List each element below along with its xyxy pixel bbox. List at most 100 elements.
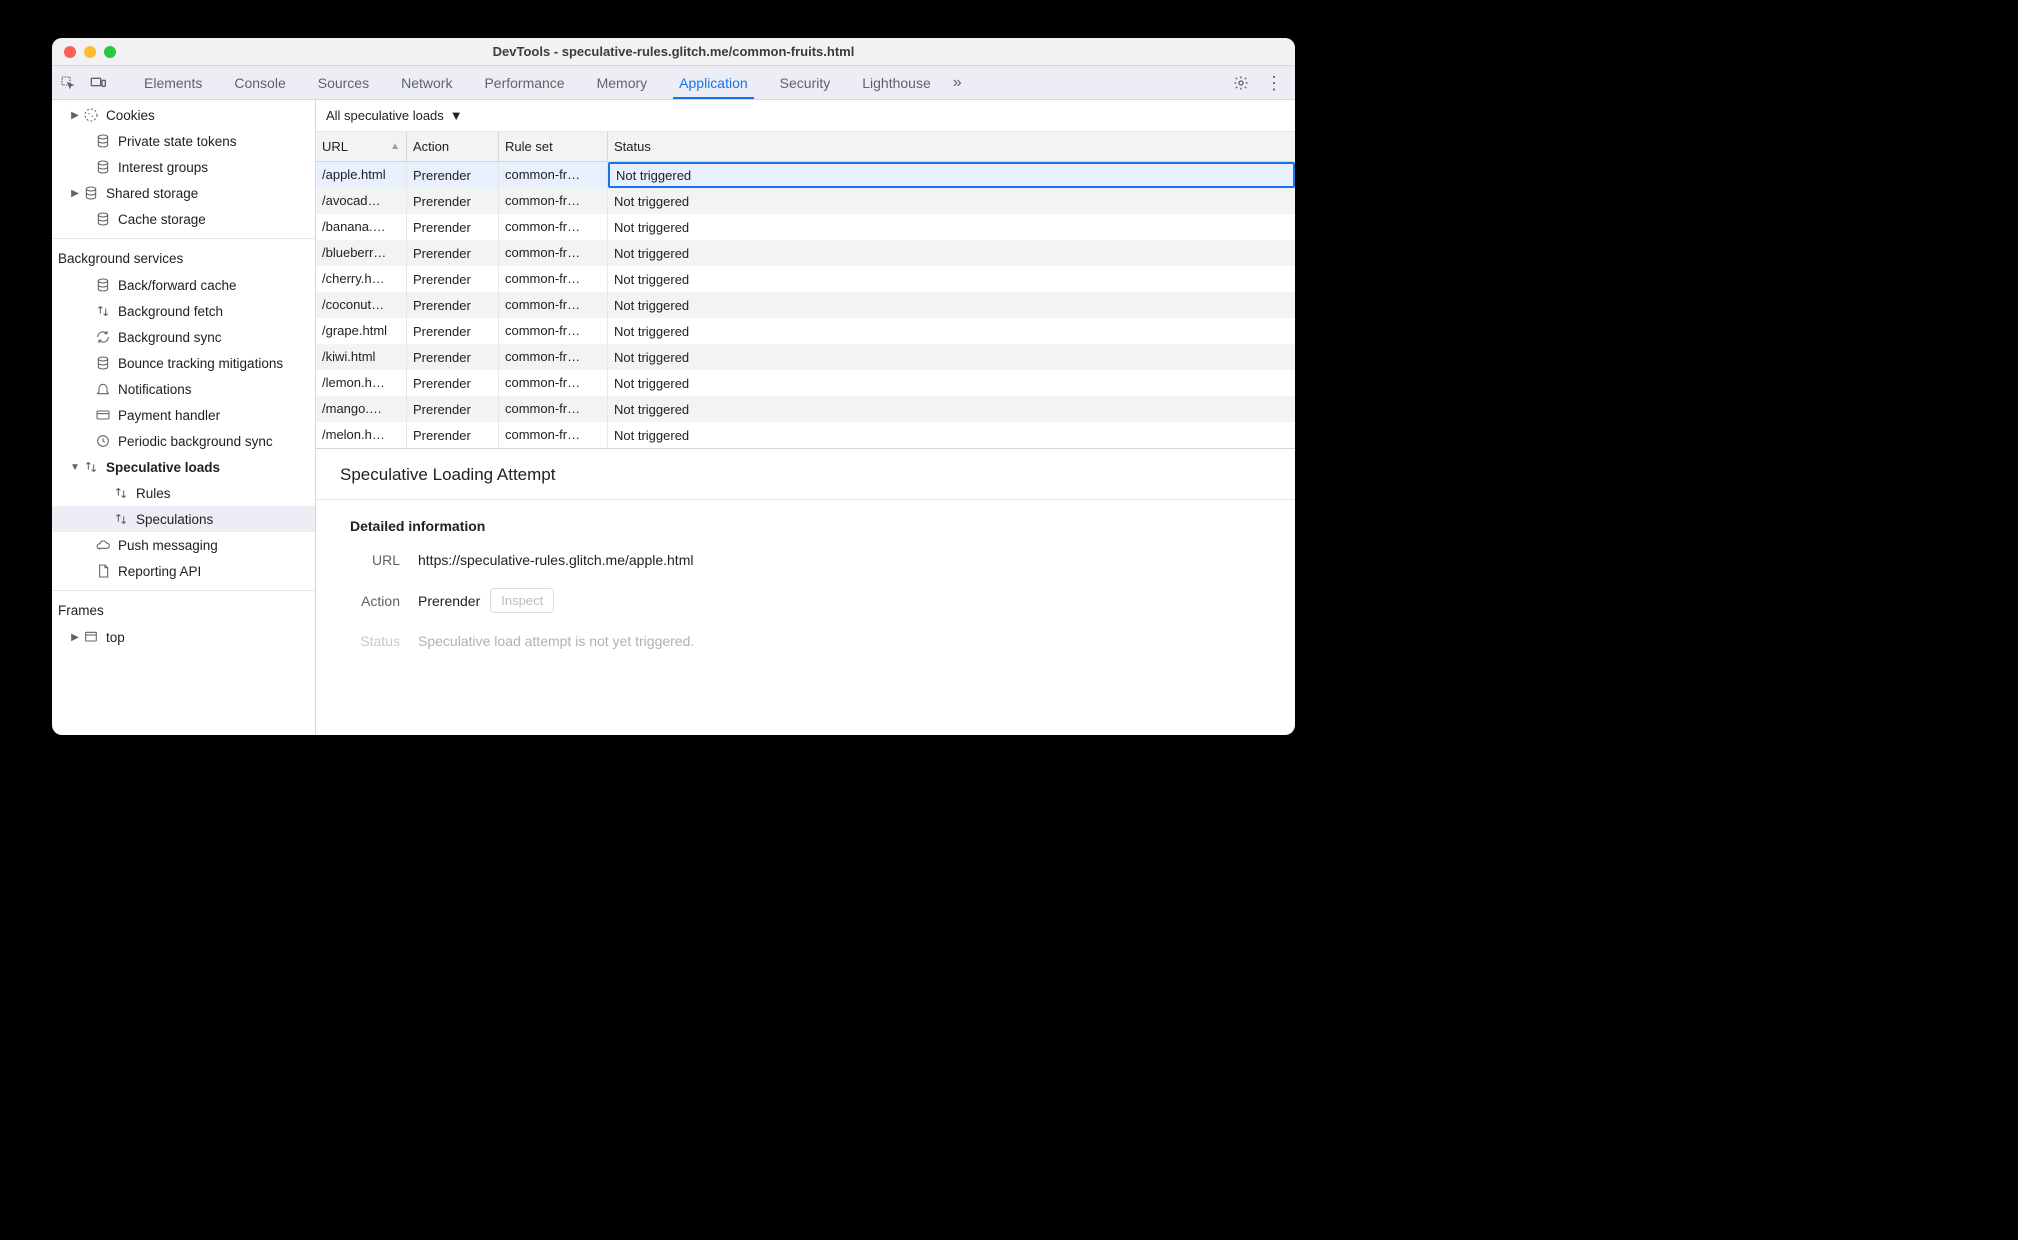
detail-row-url: URL https://speculative-rules.glitch.me/… xyxy=(316,542,1295,578)
cell-ruleset: common-fr… xyxy=(499,422,608,448)
cell-url: /apple.html xyxy=(316,162,407,188)
inspect-element-icon[interactable] xyxy=(60,75,76,91)
cell-action: Prerender xyxy=(407,266,499,292)
col-status[interactable]: Status xyxy=(608,132,1295,161)
table-row[interactable]: /melon.h…Prerendercommon-fr…Not triggere… xyxy=(316,422,1295,448)
cell-status: Not triggered xyxy=(608,266,1295,292)
device-toolbar-icon[interactable] xyxy=(90,75,106,91)
cell-status: Not triggered xyxy=(608,240,1295,266)
tab-lighthouse[interactable]: Lighthouse xyxy=(846,66,947,99)
tab-application[interactable]: Application xyxy=(663,66,764,99)
bell-icon xyxy=(94,381,112,397)
updown-icon xyxy=(94,303,112,319)
cell-url: /lemon.h… xyxy=(316,370,407,396)
details-panel: Speculative Loading Attempt Detailed inf… xyxy=(316,448,1295,659)
cell-url: /avocad… xyxy=(316,188,407,214)
updown-icon xyxy=(82,459,100,475)
devtools-tabstrip: ElementsConsoleSourcesNetworkPerformance… xyxy=(52,66,1295,100)
cell-action: Prerender xyxy=(407,162,499,188)
tab-sources[interactable]: Sources xyxy=(302,66,385,99)
cell-action: Prerender xyxy=(407,188,499,214)
sidebar-bg-rules[interactable]: Rules xyxy=(52,480,315,506)
sidebar-bg-payment-handler[interactable]: Payment handler xyxy=(52,402,315,428)
table-row[interactable]: /avocad…Prerendercommon-fr…Not triggered xyxy=(316,188,1295,214)
frame-icon xyxy=(82,629,100,645)
cell-url: /coconut… xyxy=(316,292,407,318)
col-ruleset[interactable]: Rule set xyxy=(499,132,608,161)
card-icon xyxy=(94,407,112,423)
table-row[interactable]: /mango.…Prerendercommon-fr…Not triggered xyxy=(316,396,1295,422)
cell-url: /kiwi.html xyxy=(316,344,407,370)
cell-url: /melon.h… xyxy=(316,422,407,448)
cell-ruleset: common-fr… xyxy=(499,266,608,292)
sidebar-bg-background-fetch[interactable]: Background fetch xyxy=(52,298,315,324)
cell-ruleset: common-fr… xyxy=(499,240,608,266)
tab-elements[interactable]: Elements xyxy=(128,66,218,99)
db-icon xyxy=(94,355,112,371)
devtools-window: DevTools - speculative-rules.glitch.me/c… xyxy=(52,38,1295,735)
table-row[interactable]: /apple.htmlPrerendercommon-fr…Not trigge… xyxy=(316,162,1295,188)
cell-url: /mango.… xyxy=(316,396,407,422)
cell-url: /grape.html xyxy=(316,318,407,344)
table-row[interactable]: /banana.…Prerendercommon-fr…Not triggere… xyxy=(316,214,1295,240)
sidebar-frames-top[interactable]: ▶top xyxy=(52,624,315,650)
sidebar-storage-interest-groups[interactable]: Interest groups xyxy=(52,154,315,180)
tab-console[interactable]: Console xyxy=(218,66,301,99)
sidebar-bg-notifications[interactable]: Notifications xyxy=(52,376,315,402)
updown-icon xyxy=(112,511,130,527)
detail-status-value: Speculative load attempt is not yet trig… xyxy=(418,633,694,649)
db-icon xyxy=(94,277,112,293)
detail-row-status: Status Speculative load attempt is not y… xyxy=(316,623,1295,659)
inspect-button[interactable]: Inspect xyxy=(490,588,554,613)
sidebar-storage-shared-storage[interactable]: ▶Shared storage xyxy=(52,180,315,206)
sidebar-bg-periodic-background-sync[interactable]: Periodic background sync xyxy=(52,428,315,454)
filter-label: All speculative loads xyxy=(326,108,444,123)
tab-performance[interactable]: Performance xyxy=(468,66,580,99)
kebab-menu-icon[interactable]: ⋮ xyxy=(1265,74,1283,92)
sidebar-bg-push-messaging[interactable]: Push messaging xyxy=(52,532,315,558)
sidebar-storage-private-state-tokens[interactable]: Private state tokens xyxy=(52,128,315,154)
sidebar-storage-cache-storage[interactable]: Cache storage xyxy=(52,206,315,232)
cell-status: Not triggered xyxy=(608,292,1295,318)
sidebar-bg-reporting-api[interactable]: Reporting API xyxy=(52,558,315,584)
cell-action: Prerender xyxy=(407,318,499,344)
sidebar-storage-cookies[interactable]: ▶Cookies xyxy=(52,102,315,128)
maximize-window-button[interactable] xyxy=(104,46,116,58)
sidebar-bg-speculations[interactable]: Speculations xyxy=(52,506,315,532)
tab-security[interactable]: Security xyxy=(764,66,847,99)
sync-icon xyxy=(94,329,112,345)
table-row[interactable]: /coconut…Prerendercommon-fr…Not triggere… xyxy=(316,292,1295,318)
close-window-button[interactable] xyxy=(64,46,76,58)
cell-action: Prerender xyxy=(407,292,499,318)
sidebar-bg-speculative-loads[interactable]: ▼Speculative loads xyxy=(52,454,315,480)
cell-action: Prerender xyxy=(407,214,499,240)
table-row[interactable]: /kiwi.htmlPrerendercommon-fr…Not trigger… xyxy=(316,344,1295,370)
filter-dropdown[interactable]: All speculative loads ▼ xyxy=(316,100,1295,132)
db-icon xyxy=(94,133,112,149)
tab-network[interactable]: Network xyxy=(385,66,468,99)
col-url[interactable]: URL ▲ xyxy=(316,132,407,161)
cell-status: Not triggered xyxy=(608,214,1295,240)
sidebar-bg-back-forward-cache[interactable]: Back/forward cache xyxy=(52,272,315,298)
minimize-window-button[interactable] xyxy=(84,46,96,58)
col-action[interactable]: Action xyxy=(407,132,499,161)
cell-action: Prerender xyxy=(407,344,499,370)
table-row[interactable]: /cherry.h…Prerendercommon-fr…Not trigger… xyxy=(316,266,1295,292)
settings-gear-icon[interactable] xyxy=(1233,75,1249,91)
cell-status: Not triggered xyxy=(608,318,1295,344)
cell-ruleset: common-fr… xyxy=(499,292,608,318)
clock-icon xyxy=(94,433,112,449)
table-row[interactable]: /blueberr…Prerendercommon-fr…Not trigger… xyxy=(316,240,1295,266)
page-icon xyxy=(94,563,112,579)
more-tabs-icon[interactable]: » xyxy=(947,74,968,92)
sidebar-bg-bounce-tracking-mitigations[interactable]: Bounce tracking mitigations xyxy=(52,350,315,376)
cloud-icon xyxy=(94,537,112,553)
traffic-lights xyxy=(64,46,116,58)
table-row[interactable]: /lemon.h…Prerendercommon-fr…Not triggere… xyxy=(316,370,1295,396)
table-row[interactable]: /grape.htmlPrerendercommon-fr…Not trigge… xyxy=(316,318,1295,344)
sidebar-bg-background-sync[interactable]: Background sync xyxy=(52,324,315,350)
detail-row-action: Action Prerender Inspect xyxy=(316,578,1295,623)
chevron-down-icon: ▼ xyxy=(450,108,463,123)
tab-memory[interactable]: Memory xyxy=(581,66,664,99)
cell-ruleset: common-fr… xyxy=(499,188,608,214)
